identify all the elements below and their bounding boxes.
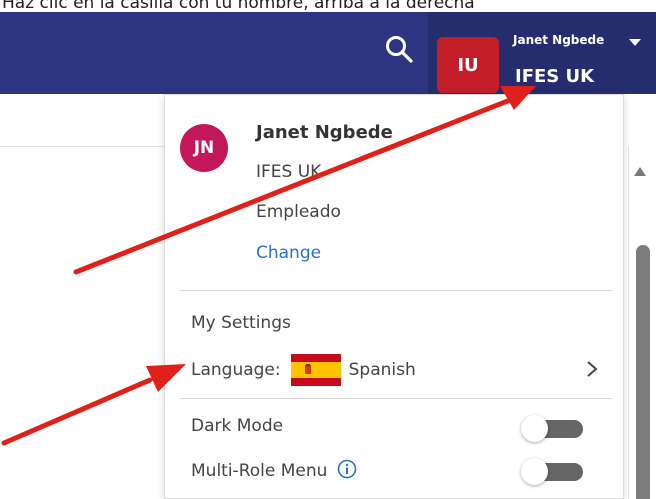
instruction-caption: Haz clic en la casilla con tu nombre, ar… bbox=[0, 0, 656, 12]
scrollbar-thumb[interactable] bbox=[636, 245, 650, 499]
scroll-up-arrow-icon[interactable] bbox=[634, 167, 646, 176]
background-divider bbox=[0, 146, 164, 147]
profile-org: IFES UK bbox=[256, 162, 322, 182]
language-label: Language: bbox=[191, 360, 281, 380]
language-menu-item[interactable]: Language: Spanish bbox=[191, 353, 601, 387]
header-user-name[interactable]: Janet Ngbede bbox=[513, 33, 604, 47]
dark-mode-toggle[interactable] bbox=[521, 415, 583, 442]
change-link[interactable]: Change bbox=[256, 243, 321, 263]
spain-flag-icon bbox=[290, 354, 341, 386]
menu-divider bbox=[180, 290, 612, 291]
dark-mode-label: Dark Mode bbox=[191, 416, 284, 436]
header-org-name[interactable]: IFES UK bbox=[515, 66, 594, 87]
language-value: Spanish bbox=[348, 360, 416, 380]
multi-role-menu-item: Multi-Role Menu bbox=[191, 459, 357, 481]
chevron-right-icon[interactable] bbox=[585, 359, 599, 379]
org-avatar[interactable]: IU bbox=[437, 37, 499, 93]
user-dropdown-menu: JN Janet Ngbede IFES UK Empleado Change … bbox=[164, 94, 624, 499]
caret-down-icon[interactable] bbox=[629, 39, 641, 46]
profile-name: Janet Ngbede bbox=[256, 122, 393, 143]
profile-role: Empleado bbox=[256, 202, 341, 222]
multi-role-label: Multi-Role Menu bbox=[191, 461, 328, 481]
menu-divider bbox=[180, 398, 612, 399]
search-icon[interactable] bbox=[384, 34, 414, 64]
multi-role-toggle[interactable] bbox=[521, 458, 583, 485]
annotation-arrow-to-language bbox=[1, 364, 186, 446]
toggle-knob bbox=[521, 415, 548, 442]
profile-avatar: JN bbox=[180, 124, 228, 172]
my-settings-item[interactable]: My Settings bbox=[191, 313, 291, 333]
info-icon[interactable] bbox=[337, 459, 357, 479]
toggle-knob bbox=[521, 458, 548, 485]
top-navigation-bar: IU Janet Ngbede IFES UK bbox=[0, 12, 656, 94]
